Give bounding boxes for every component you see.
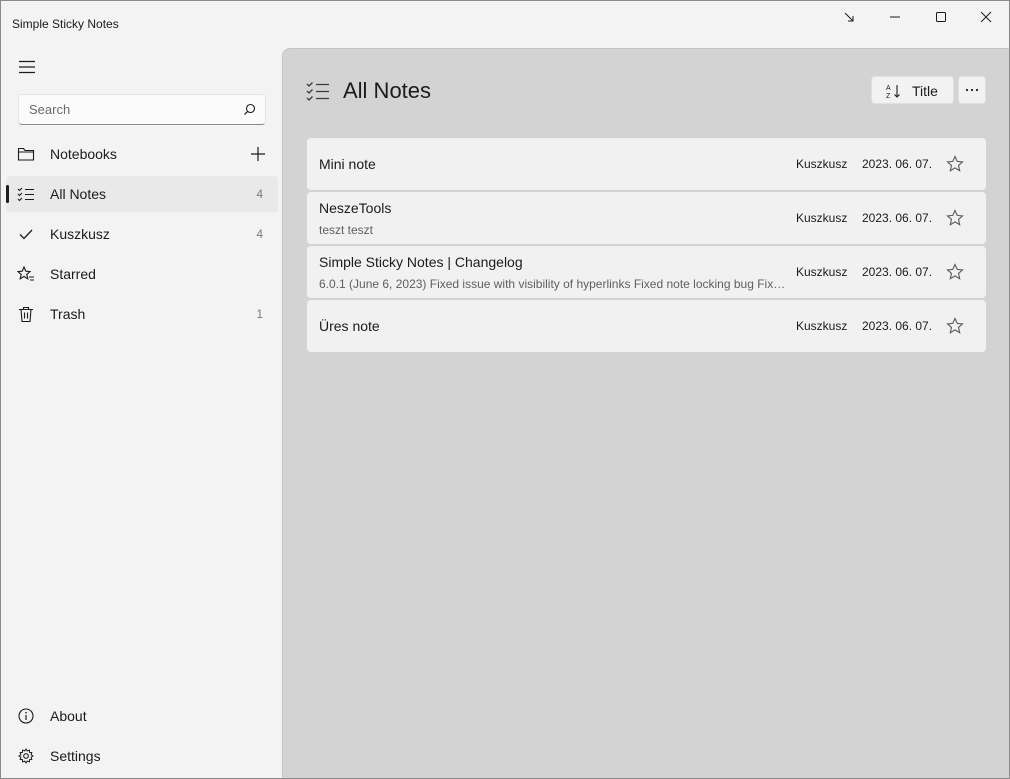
compact-overlay-button[interactable] xyxy=(826,1,872,33)
sidebar-item-all-notes[interactable]: All Notes 4 xyxy=(6,176,278,212)
hamburger-icon xyxy=(19,60,35,74)
note-date: 2023. 06. 07. xyxy=(862,211,933,225)
note-title: Üres note xyxy=(319,318,380,334)
checkmark-icon xyxy=(17,225,35,243)
sidebar-item-label: About xyxy=(50,708,87,724)
trash-icon xyxy=(17,305,35,323)
star-list-icon xyxy=(17,265,35,283)
main-panel: All Notes A Z Title Mini note Kuszkusz 2… xyxy=(282,48,1009,778)
sidebar-item-count: 4 xyxy=(256,187,263,201)
sidebar-item-count: 1 xyxy=(256,307,263,321)
note-notebook: Kuszkusz xyxy=(796,157,848,171)
star-icon[interactable] xyxy=(946,155,964,173)
maximize-button[interactable] xyxy=(918,1,964,33)
maximize-icon xyxy=(936,12,946,22)
sidebar-item-label: Settings xyxy=(50,748,101,764)
app-title: Simple Sticky Notes xyxy=(12,17,119,31)
sidebar-item-notebooks[interactable]: Notebooks xyxy=(6,136,278,172)
note-row[interactable]: Üres note Kuszkusz 2023. 06. 07. xyxy=(307,300,986,352)
more-icon xyxy=(965,88,979,92)
svg-text:A: A xyxy=(886,85,891,92)
note-notebook: Kuszkusz xyxy=(796,211,848,225)
sidebar-item-label: Notebooks xyxy=(50,146,117,162)
menu-toggle-button[interactable] xyxy=(9,53,45,81)
minimize-icon xyxy=(890,16,900,18)
sort-button[interactable]: A Z Title xyxy=(871,76,954,104)
folder-icon xyxy=(17,145,35,163)
svg-text:Z: Z xyxy=(886,93,891,99)
note-title: NeszeTools xyxy=(319,200,392,216)
sidebar-item-label: All Notes xyxy=(50,186,107,202)
note-notebook: Kuszkusz xyxy=(796,265,848,279)
checklist-icon xyxy=(17,185,35,203)
sidebar: Notebooks All Notes 4 xyxy=(1,47,282,778)
note-date: 2023. 06. 07. xyxy=(862,157,933,171)
sidebar-item-label: Starred xyxy=(50,266,96,282)
sidebar-item-trash[interactable]: Trash 1 xyxy=(6,296,278,332)
note-row[interactable]: NeszeTools teszt teszt Kuszkusz 2023. 06… xyxy=(307,192,986,244)
star-icon[interactable] xyxy=(946,263,964,281)
sidebar-item-label: Trash xyxy=(50,306,86,322)
close-button[interactable] xyxy=(963,1,1009,33)
arrow-down-right-icon xyxy=(844,12,854,22)
sidebar-item-settings[interactable]: Settings xyxy=(6,738,278,774)
note-row[interactable]: Mini note Kuszkusz 2023. 06. 07. xyxy=(307,138,986,190)
star-icon[interactable] xyxy=(946,317,964,335)
sidebar-item-starred[interactable]: Starred xyxy=(6,256,278,292)
note-notebook: Kuszkusz xyxy=(796,319,848,333)
star-icon[interactable] xyxy=(946,209,964,227)
close-icon xyxy=(980,11,992,23)
note-date: 2023. 06. 07. xyxy=(862,265,933,279)
sidebar-item-label: Kuszkusz xyxy=(50,226,110,242)
sidebar-item-count: 4 xyxy=(256,227,263,241)
sort-label: Title xyxy=(912,83,938,99)
minimize-button[interactable] xyxy=(872,1,918,33)
info-icon xyxy=(17,707,35,725)
sidebar-item-kuszkusz[interactable]: Kuszkusz 4 xyxy=(6,216,278,252)
search-icon[interactable] xyxy=(243,103,256,116)
sidebar-item-about[interactable]: About xyxy=(6,698,278,734)
plus-icon xyxy=(251,147,265,161)
gear-icon xyxy=(17,747,35,765)
note-preview: 6.0.1 (June 6, 2023) Fixed issue with vi… xyxy=(319,277,789,291)
search-input[interactable] xyxy=(19,95,239,124)
add-notebook-button[interactable] xyxy=(248,144,268,164)
page-title: All Notes xyxy=(343,78,432,103)
checklist-icon xyxy=(306,82,329,101)
note-title: Simple Sticky Notes | Changelog xyxy=(319,254,523,270)
note-preview: teszt teszt xyxy=(319,223,374,237)
sort-icon: A Z xyxy=(886,85,900,99)
more-options-button[interactable] xyxy=(958,76,986,104)
search-box xyxy=(18,94,266,125)
selection-indicator xyxy=(6,185,9,203)
note-date: 2023. 06. 07. xyxy=(862,319,933,333)
note-row[interactable]: Simple Sticky Notes | Changelog 6.0.1 (J… xyxy=(307,246,986,298)
app-window: Simple Sticky Notes Search Notebooks All… xyxy=(0,0,1010,779)
note-title: Mini note xyxy=(319,156,376,172)
title-bar: Simple Sticky Notes xyxy=(1,1,1009,47)
